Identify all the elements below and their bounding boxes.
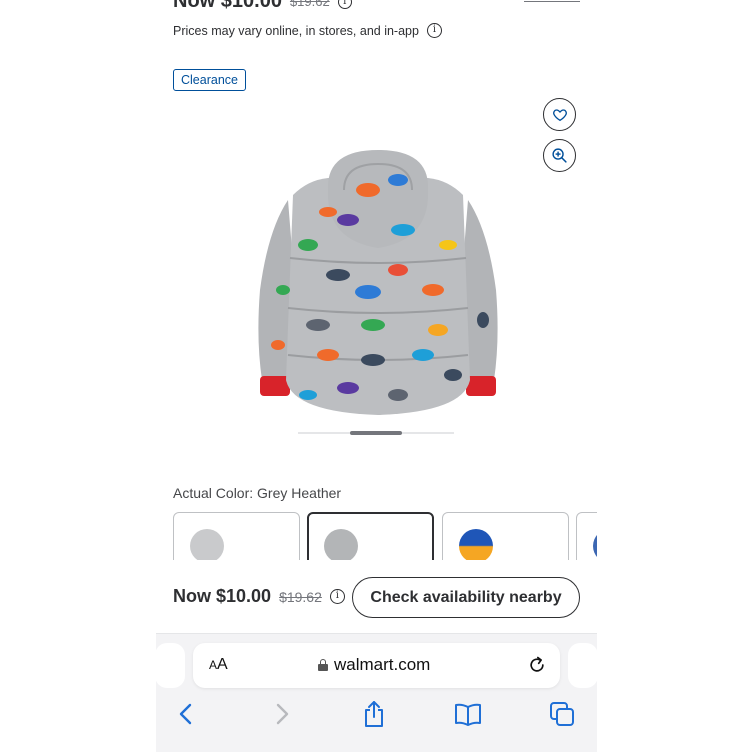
swatch-dot <box>190 529 224 563</box>
tabs-icon <box>550 702 574 726</box>
forward-button[interactable] <box>268 700 296 728</box>
prices-note: Prices may vary online, in stores, and i… <box>173 23 442 38</box>
sticky-price-bar: Now $10.00 $19.62 i Check availability n… <box>156 560 597 634</box>
share-button[interactable] <box>360 700 388 728</box>
info-icon[interactable]: i <box>426 23 442 38</box>
clearance-badge: Clearance <box>173 69 246 91</box>
zoom-button[interactable] <box>543 139 576 172</box>
zoom-in-icon <box>552 148 567 163</box>
current-price: Now $10.00 <box>173 586 272 606</box>
swatch-dot <box>324 529 358 563</box>
next-tab-preview[interactable] <box>568 643 597 688</box>
browser-chrome: AA walmart.com <box>156 634 597 752</box>
info-icon[interactable]: i <box>337 0 352 9</box>
swatch-dot <box>459 529 493 563</box>
product-page: Now $10.00 $19.62 i Prices may vary onli… <box>156 0 597 752</box>
original-price: $19.62 <box>289 0 330 9</box>
forward-icon <box>276 703 289 725</box>
sticky-price: Now $10.00 $19.62 i <box>173 586 345 607</box>
swatch-dot <box>593 529 597 563</box>
check-availability-button[interactable]: Check availability nearby <box>352 577 580 618</box>
lock-icon <box>318 659 328 671</box>
top-link[interactable] <box>524 0 580 2</box>
url-display[interactable]: walmart.com <box>318 655 430 675</box>
tabs-button[interactable] <box>548 700 576 728</box>
reload-icon[interactable] <box>527 655 547 675</box>
product-image[interactable] <box>248 140 508 425</box>
carousel-active-thumb <box>350 431 402 435</box>
color-label: Actual Color: Grey Heather <box>173 485 342 501</box>
carousel-indicator[interactable] <box>298 431 454 435</box>
original-price: $19.62 <box>279 588 322 605</box>
bookmarks-icon <box>455 703 481 726</box>
address-bar[interactable]: AA walmart.com <box>193 643 560 688</box>
favorite-button[interactable] <box>543 98 576 131</box>
prices-note-text: Prices may vary online, in stores, and i… <box>173 23 419 38</box>
top-price-row: Now $10.00 $19.62 i <box>173 0 352 13</box>
share-icon <box>365 701 383 727</box>
reader-settings-button[interactable]: AA <box>209 656 228 674</box>
info-icon[interactable]: i <box>329 589 345 604</box>
previous-tab-preview[interactable] <box>156 643 185 688</box>
current-price: Now $10.00 <box>173 0 282 12</box>
url-text: walmart.com <box>334 655 431 674</box>
back-button[interactable] <box>172 700 200 728</box>
bookmarks-button[interactable] <box>454 700 482 728</box>
back-icon <box>179 703 192 725</box>
heart-icon <box>552 108 567 121</box>
